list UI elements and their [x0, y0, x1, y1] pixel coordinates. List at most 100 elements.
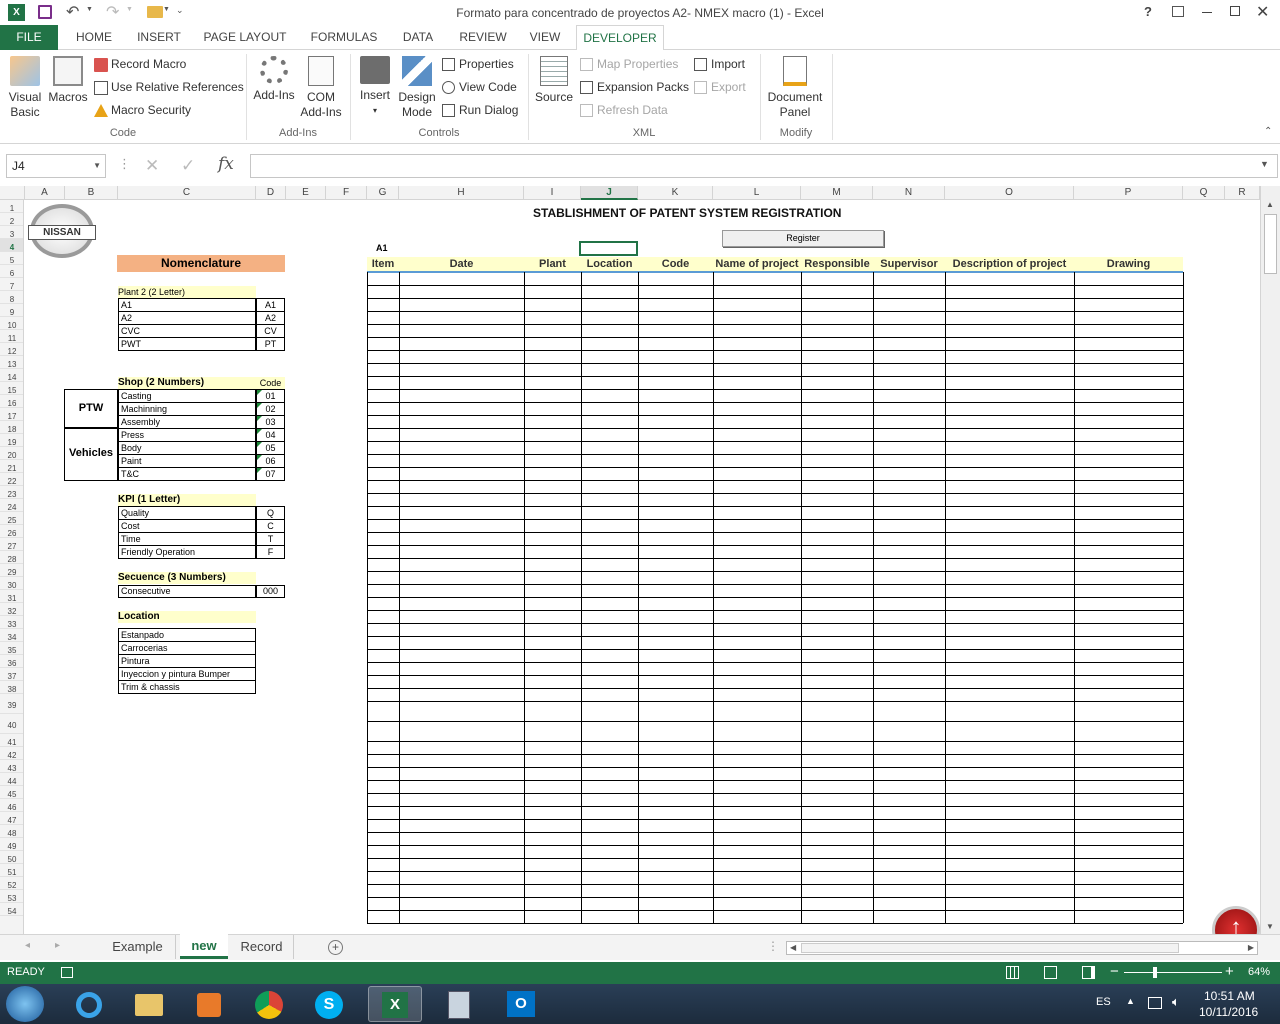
scroll-up-icon[interactable]: ▲	[1266, 200, 1274, 209]
row-header[interactable]: 43	[0, 760, 23, 773]
macro-security-button[interactable]: Macro Security	[94, 100, 191, 120]
zoom-level[interactable]: 64%	[1248, 966, 1270, 978]
chrome-icon[interactable]	[242, 986, 296, 1022]
macro-record-status-icon[interactable]	[61, 967, 73, 978]
clock-date[interactable]: 10/11/2016	[1199, 1005, 1258, 1019]
row-header[interactable]: 27	[0, 538, 23, 551]
design-mode-button[interactable]: Design Mode	[396, 56, 438, 120]
expansion-packs-button[interactable]: Expansion Packs	[580, 77, 689, 97]
kpi-code-cell[interactable]: Q	[256, 506, 285, 520]
row-header[interactable]: 54	[0, 903, 23, 916]
row-header[interactable]: 53	[0, 890, 23, 903]
table-header-cell[interactable]: Supervisor	[873, 257, 945, 271]
sheet-tab-example[interactable]: Example	[100, 935, 176, 959]
properties-button[interactable]: Properties	[442, 54, 514, 74]
table-header-cell[interactable]: Location	[581, 257, 638, 271]
tab-data[interactable]: DATA	[394, 25, 442, 50]
row-header[interactable]: 15	[0, 382, 23, 395]
column-header[interactable]: I	[524, 186, 581, 200]
start-button-icon[interactable]	[6, 986, 44, 1022]
com-add-ins-button[interactable]: COM Add-Ins	[298, 56, 344, 120]
skype-icon[interactable]: S	[302, 986, 356, 1022]
row-header[interactable]: 18	[0, 421, 23, 434]
row-header[interactable]: 40	[0, 714, 23, 734]
kpi-name-cell[interactable]: Cost	[118, 519, 256, 533]
formula-input[interactable]	[250, 154, 1278, 178]
location-cell[interactable]: Estanpado	[118, 628, 256, 642]
tab-developer[interactable]: DEVELOPER	[576, 25, 664, 51]
table-header-cell[interactable]: Name of project	[713, 257, 801, 271]
row-header[interactable]: 12	[0, 343, 23, 356]
next-sheet-icon[interactable]: ▸	[55, 940, 60, 951]
tab-splitter-icon[interactable]: ⋮	[767, 939, 779, 953]
column-header[interactable]: R	[1225, 186, 1260, 200]
plant-code-cell[interactable]: A1	[256, 298, 285, 312]
macros-button[interactable]: Macros	[46, 56, 90, 105]
row-header[interactable]: 19	[0, 434, 23, 447]
sheet-tab-new[interactable]: new	[180, 934, 228, 959]
excel-taskbar-icon[interactable]: X	[368, 986, 422, 1022]
shop-name-cell[interactable]: Casting	[118, 389, 256, 403]
use-relative-references-button[interactable]: Use Relative References	[94, 77, 244, 97]
column-header[interactable]: D	[256, 186, 286, 200]
row-header[interactable]: 6	[0, 265, 23, 278]
select-all-corner[interactable]	[0, 186, 25, 200]
kpi-name-cell[interactable]: Friendly Operation	[118, 545, 256, 559]
kpi-code-cell[interactable]: T	[256, 532, 285, 546]
view-code-button[interactable]: View Code	[442, 77, 517, 97]
row-header[interactable]: 24	[0, 499, 23, 512]
column-header[interactable]: O	[945, 186, 1074, 200]
row-header[interactable]: 14	[0, 369, 23, 382]
row-header[interactable]: 51	[0, 864, 23, 877]
shop-code-cell[interactable]: 06	[256, 454, 285, 468]
minimize-icon[interactable]	[1202, 12, 1212, 13]
row-header[interactable]: 45	[0, 786, 23, 799]
tab-formulas[interactable]: FORMULAS	[304, 25, 384, 50]
row-header[interactable]: 3	[0, 226, 23, 239]
row-header[interactable]: 25	[0, 512, 23, 525]
cancel-entry-icon[interactable]: ✕	[145, 156, 159, 176]
record-macro-button[interactable]: Record Macro	[94, 54, 186, 74]
calculator-icon[interactable]	[432, 986, 486, 1022]
kpi-code-cell[interactable]: F	[256, 545, 285, 559]
shop-name-cell[interactable]: Paint	[118, 454, 256, 468]
row-header[interactable]: 32	[0, 603, 23, 616]
shop-code-cell[interactable]: 04	[256, 428, 285, 442]
row-header[interactable]: 33	[0, 616, 23, 629]
row-header[interactable]: 36	[0, 655, 23, 668]
column-header[interactable]: P	[1074, 186, 1183, 200]
shop-code-cell[interactable]: 07	[256, 467, 285, 481]
shop-name-cell[interactable]: Press	[118, 428, 256, 442]
ribbon-display-icon[interactable]	[1172, 6, 1184, 17]
row-header[interactable]: 5	[0, 252, 23, 265]
file-explorer-icon[interactable]	[122, 986, 176, 1022]
visual-basic-button[interactable]: Visual Basic	[4, 56, 46, 120]
column-header[interactable]: L	[713, 186, 801, 200]
scroll-down-icon[interactable]: ▼	[1266, 922, 1274, 931]
kpi-code-cell[interactable]: C	[256, 519, 285, 533]
shop-code-cell[interactable]: 03	[256, 415, 285, 429]
row-header[interactable]: 49	[0, 838, 23, 851]
tab-home[interactable]: HOME	[65, 25, 123, 50]
row-header[interactable]: 31	[0, 590, 23, 603]
plant-code-cell[interactable]: PT	[256, 337, 285, 351]
tray-expand-icon[interactable]: ▲	[1126, 996, 1135, 1006]
kpi-name-cell[interactable]: Quality	[118, 506, 256, 520]
row-header[interactable]: 23	[0, 486, 23, 499]
table-header-cell[interactable]: Description of project	[945, 257, 1074, 271]
tab-page-layout[interactable]: PAGE LAYOUT	[196, 25, 294, 50]
column-header[interactable]: E	[286, 186, 326, 200]
horizontal-scrollbar[interactable]: ◀ ▶	[786, 941, 1258, 955]
normal-view-icon[interactable]	[1006, 966, 1019, 979]
prev-sheet-icon[interactable]: ◂	[25, 940, 30, 951]
shop-name-cell[interactable]: Body	[118, 441, 256, 455]
table-header-cell[interactable]: Responsible	[801, 257, 873, 271]
document-panel-button[interactable]: Document Panel	[764, 56, 826, 120]
column-header[interactable]: B	[65, 186, 118, 200]
row-header[interactable]: 21	[0, 460, 23, 473]
new-sheet-icon[interactable]: +	[328, 940, 343, 955]
insert-function-icon[interactable]: fx	[218, 154, 234, 174]
shop-name-cell[interactable]: T&C	[118, 467, 256, 481]
collapse-ribbon-icon[interactable]: ⌃	[1264, 126, 1272, 137]
row-header[interactable]: 30	[0, 577, 23, 590]
